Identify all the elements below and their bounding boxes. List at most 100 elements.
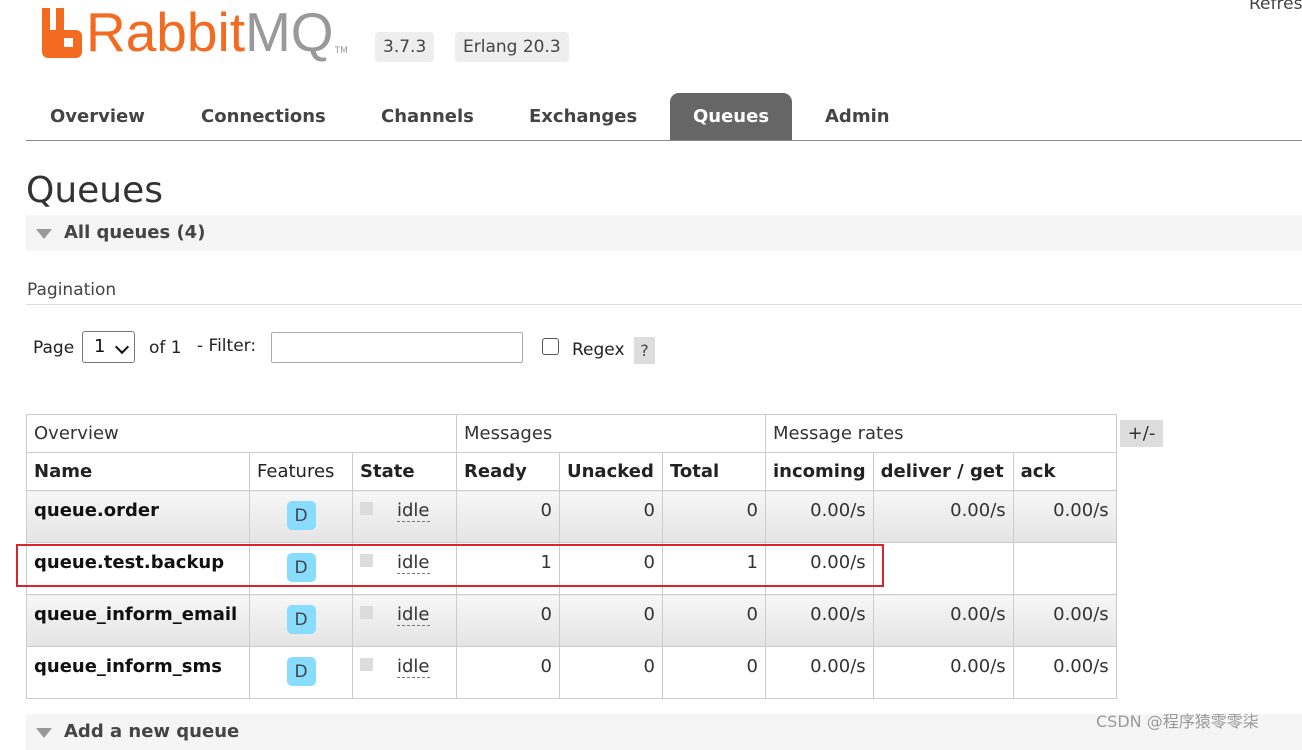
state-indicator-icon bbox=[360, 658, 373, 671]
table-row[interactable]: queue.test.backup D idle 1 0 1 0.00/s bbox=[26, 542, 1117, 595]
refresh-control[interactable]: Refres bbox=[1249, 0, 1302, 14]
tab-connections[interactable]: Connections bbox=[201, 93, 326, 140]
all-queues-label: All queues (4) bbox=[64, 222, 206, 243]
column-header-incoming[interactable]: incoming bbox=[765, 452, 874, 491]
deliver-get-rate: 0.00/s bbox=[872, 646, 1014, 699]
durable-badge: D bbox=[286, 553, 316, 582]
table-row[interactable]: queue.order D idle 0 0 0 0.00/s 0.00/s 0… bbox=[26, 490, 1117, 543]
total-count: 0 bbox=[662, 490, 766, 543]
ready-count: 0 bbox=[456, 646, 560, 699]
feature-cell: D bbox=[249, 542, 353, 595]
regex-help-button[interactable]: ? bbox=[634, 337, 655, 364]
rabbitmq-logo-icon bbox=[40, 8, 84, 58]
erlang-version-badge: Erlang 20.3 bbox=[455, 32, 569, 62]
unacked-count: 0 bbox=[559, 594, 663, 647]
group-header-message-rates: Message rates bbox=[765, 414, 1117, 453]
ready-count: 0 bbox=[456, 594, 560, 647]
state-indicator-icon bbox=[360, 554, 373, 567]
column-header-ready[interactable]: Ready bbox=[456, 452, 560, 491]
state-text: idle bbox=[397, 656, 430, 678]
unacked-count: 0 bbox=[559, 490, 663, 543]
state-indicator-icon bbox=[360, 502, 373, 515]
filter-input[interactable] bbox=[271, 332, 523, 363]
rabbitmq-logo[interactable]: RabbitMQ TM bbox=[40, 2, 348, 62]
tab-exchanges[interactable]: Exchanges bbox=[529, 93, 637, 140]
incoming-rate: 0.00/s bbox=[765, 490, 874, 543]
page-label: Page bbox=[33, 338, 75, 358]
table-group-header-row: Overview Messages Message rates bbox=[26, 414, 1117, 453]
unacked-count: 0 bbox=[559, 542, 663, 595]
total-count: 0 bbox=[662, 594, 766, 647]
column-header-ack[interactable]: ack bbox=[1012, 452, 1117, 491]
incoming-rate: 0.00/s bbox=[765, 542, 874, 595]
state-cell: idle bbox=[352, 646, 457, 699]
logo-trademark: TM bbox=[334, 46, 348, 56]
collapse-triangle-icon bbox=[36, 229, 52, 239]
state-cell: idle bbox=[352, 490, 457, 543]
all-queues-section-toggle[interactable]: All queues (4) bbox=[26, 215, 1302, 251]
incoming-rate: 0.00/s bbox=[765, 594, 874, 647]
pagination-divider bbox=[26, 304, 1302, 305]
deliver-get-rate: 0.00/s bbox=[872, 490, 1014, 543]
column-header-deliver-get[interactable]: deliver / get bbox=[872, 452, 1014, 491]
queue-name-link[interactable]: queue.test.backup bbox=[26, 542, 250, 595]
feature-cell: D bbox=[249, 594, 353, 647]
table-column-header-row: Name Features State Ready Unacked Total … bbox=[26, 452, 1117, 491]
durable-badge: D bbox=[286, 605, 316, 634]
ack-rate: 0.00/s bbox=[1012, 490, 1117, 543]
tab-queues[interactable]: Queues bbox=[670, 93, 792, 140]
ack-rate: 0.00/s bbox=[1012, 646, 1117, 699]
toggle-columns-button[interactable]: +/- bbox=[1120, 420, 1163, 447]
unacked-count: 0 bbox=[559, 646, 663, 699]
chevron-down-icon bbox=[114, 339, 130, 355]
collapse-triangle-icon bbox=[36, 728, 52, 738]
total-count: 1 bbox=[662, 542, 766, 595]
state-cell: idle bbox=[352, 542, 457, 595]
state-text: idle bbox=[397, 552, 430, 574]
durable-badge: D bbox=[286, 657, 316, 686]
ack-rate bbox=[1012, 542, 1117, 595]
total-count: 0 bbox=[662, 646, 766, 699]
incoming-rate: 0.00/s bbox=[765, 646, 874, 699]
column-header-name[interactable]: Name bbox=[26, 452, 250, 491]
main-nav-tabs: Overview Connections Channels Exchanges … bbox=[26, 93, 1302, 141]
state-text: idle bbox=[397, 604, 430, 626]
feature-cell: D bbox=[249, 490, 353, 543]
queue-name-link[interactable]: queue_inform_sms bbox=[26, 646, 250, 699]
regex-checkbox[interactable] bbox=[542, 338, 559, 355]
tab-overview[interactable]: Overview bbox=[50, 93, 145, 140]
ack-rate: 0.00/s bbox=[1012, 594, 1117, 647]
page-select[interactable]: 1 bbox=[82, 331, 135, 363]
column-header-state[interactable]: State bbox=[352, 452, 457, 491]
regex-label: Regex bbox=[572, 340, 625, 360]
table-row[interactable]: queue_inform_sms D idle 0 0 0 0.00/s 0.0… bbox=[26, 646, 1117, 699]
queue-name-link[interactable]: queue.order bbox=[26, 490, 250, 543]
page-count-label: of 1 bbox=[149, 338, 182, 358]
table-row[interactable]: queue_inform_email D idle 0 0 0 0.00/s 0… bbox=[26, 594, 1117, 647]
add-queue-label: Add a new queue bbox=[64, 721, 240, 742]
watermark: CSDN @程序猿零零柒 bbox=[1096, 712, 1259, 731]
filter-label: - Filter: bbox=[197, 336, 257, 356]
version-badge: 3.7.3 bbox=[375, 32, 435, 62]
queue-name-link[interactable]: queue_inform_email bbox=[26, 594, 250, 647]
column-header-features: Features bbox=[249, 452, 353, 491]
deliver-get-rate: 0.00/s bbox=[872, 594, 1014, 647]
state-cell: idle bbox=[352, 594, 457, 647]
deliver-get-rate bbox=[872, 542, 1014, 595]
tab-admin[interactable]: Admin bbox=[825, 93, 890, 140]
column-header-total[interactable]: Total bbox=[662, 452, 766, 491]
state-text: idle bbox=[397, 500, 430, 522]
feature-cell: D bbox=[249, 646, 353, 699]
pagination-heading: Pagination bbox=[27, 280, 117, 300]
ready-count: 0 bbox=[456, 490, 560, 543]
page-title: Queues bbox=[26, 170, 164, 211]
tab-channels[interactable]: Channels bbox=[381, 93, 474, 140]
state-indicator-icon bbox=[360, 606, 373, 619]
queues-table: Overview Messages Message rates Name Fea… bbox=[26, 414, 1117, 699]
group-header-overview: Overview bbox=[26, 414, 457, 453]
page-select-value: 1 bbox=[94, 336, 106, 357]
ready-count: 1 bbox=[456, 542, 560, 595]
logo-wordmark: RabbitMQ bbox=[86, 1, 334, 63]
column-header-unacked[interactable]: Unacked bbox=[559, 452, 663, 491]
group-header-messages: Messages bbox=[456, 414, 766, 453]
